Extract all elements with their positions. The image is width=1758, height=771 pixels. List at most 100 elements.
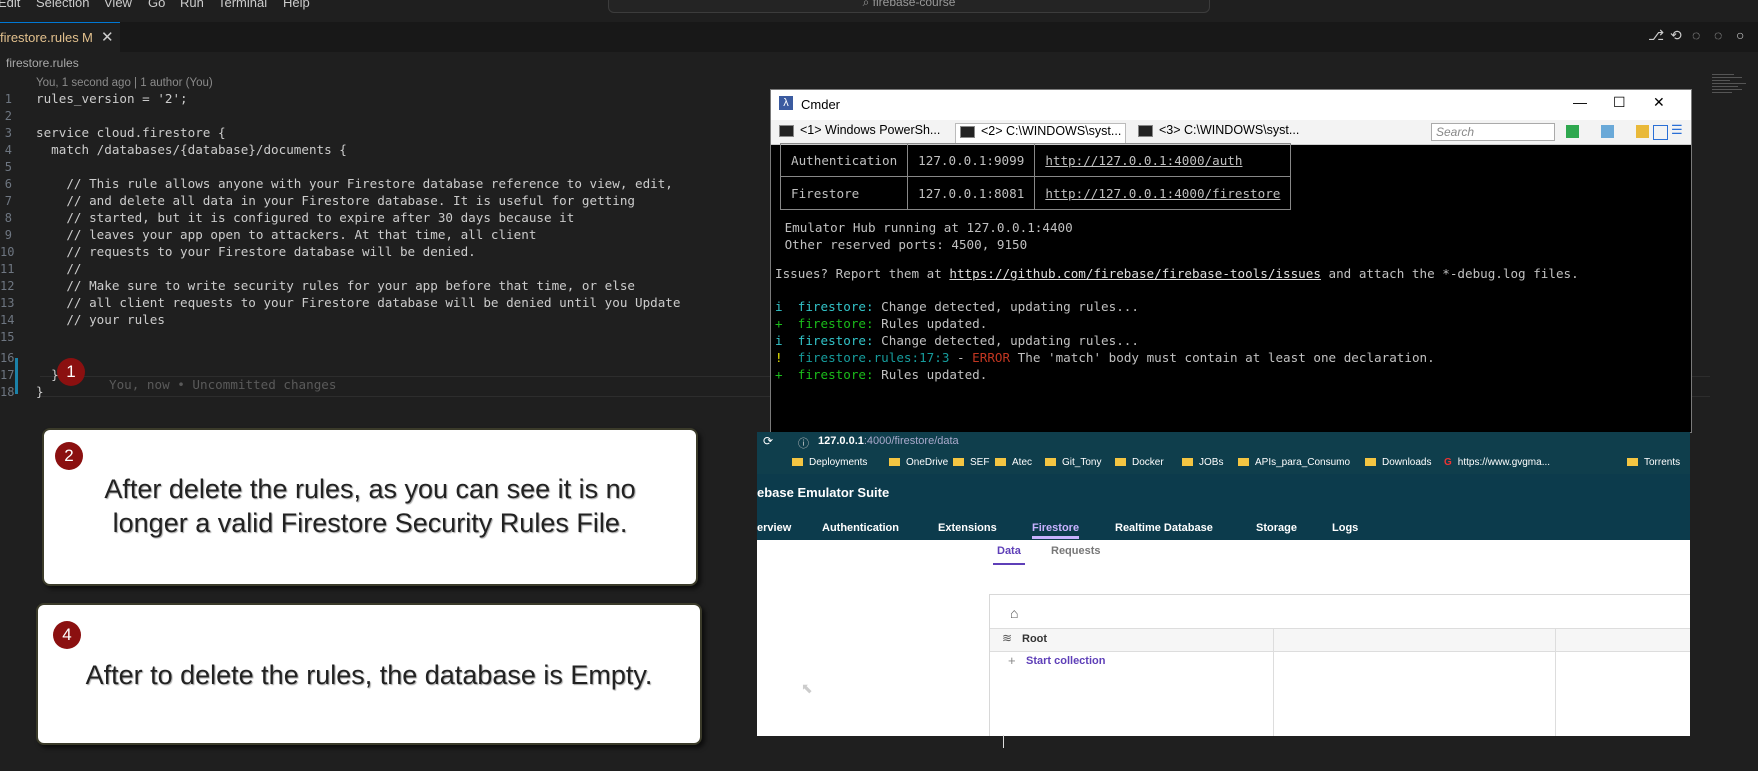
issues-link[interactable]: https://github.com/firebase/firebase-too… [949,266,1321,281]
mouse-cursor-icon: ⬉ [801,680,813,696]
code-line[interactable]: // started, but it is configured to expi… [36,210,574,225]
open-changes-icon[interactable]: ⟲ [1670,27,1686,43]
next-change-icon[interactable]: ◌ [1714,27,1730,43]
more-actions-icon[interactable]: ○ [1736,27,1752,43]
nav-authentication[interactable]: Authentication [822,522,899,534]
hub-line: Emulator Hub running at 127.0.0.1:4400 [777,220,1073,235]
bookmark[interactable]: Downloads [1365,457,1431,468]
menu-view[interactable]: View [104,0,132,10]
nav-extensions[interactable]: Extensions [938,522,997,534]
bookmark[interactable]: Git_Tony [1045,457,1101,468]
nav-storage[interactable]: Storage [1256,522,1297,534]
maximize-icon[interactable]: ☐ [1613,94,1626,111]
log-line: i firestore: Change detected, updating r… [775,333,1139,348]
table-cell: Firestore [779,176,909,210]
code-line[interactable]: } [36,367,59,382]
tab-data[interactable]: Data [993,545,1025,565]
home-icon[interactable]: ⌂ [1010,605,1018,621]
minimize-icon[interactable]: — [1573,94,1587,110]
table-cell-link[interactable]: http://127.0.0.1:4000/firestore [1034,176,1292,210]
log-line: + firestore: Rules updated. [775,316,988,331]
address-bar[interactable]: ⟳ ⓘ 127.0.0.1:4000/firestore/data [757,432,1690,452]
close-icon[interactable]: ✕ [1653,94,1665,111]
lambda-icon: λ [779,96,793,110]
minimap[interactable] [1712,72,1752,112]
menu-edit[interactable]: Edit [0,0,20,10]
plus-icon[interactable]: + [1008,653,1016,668]
table-cell-link[interactable]: http://127.0.0.1:4000/auth [1034,143,1292,177]
command-center-search[interactable]: ⌕ firebase-course [608,0,1210,13]
reload-icon[interactable]: ⟳ [763,434,773,448]
breadcrumb[interactable]: firestore.rules [6,56,79,70]
log-line: + firestore: Rules updated. [775,367,988,382]
line-number: 13 [0,296,15,310]
bookmark[interactable]: APIs_para_Consumo [1238,457,1350,468]
line-number: 1 [4,92,12,106]
code-line[interactable]: // leaves your app open to attackers. At… [36,227,536,242]
cmder-tab-1[interactable]: <1> Windows PowerSh... [779,123,940,143]
code-line[interactable]: // your rules [36,312,165,327]
cmder-titlebar[interactable]: λ Cmder — ☐ ✕ [771,90,1691,120]
code-line[interactable]: // requests to your Firestore database w… [36,244,475,259]
menu-run[interactable]: Run [180,0,204,10]
layout-icon[interactable] [1653,125,1668,140]
tab-label: firestore.rules [0,30,79,45]
bookmark[interactable]: Deployments [792,457,867,468]
tab-firestore-rules[interactable]: firestore.rules M ✕ [0,22,120,53]
lock-icon[interactable] [1636,125,1649,138]
source-control-compare-icon[interactable]: ⎇ [1648,27,1664,43]
menu-selection[interactable]: Selection [36,0,89,10]
url-text[interactable]: 127.0.0.1:4000/firestore/data [818,435,959,447]
firestore-data-panel: ⌂ ≋ Root + Start collection [989,594,1690,736]
bookmark[interactable]: SEF [953,457,989,468]
cmder-tab-2[interactable]: <2> C:\WINDOWS\syst... [955,123,1127,144]
menu-icon[interactable]: ☰ [1671,122,1684,137]
emulator-table: Authentication 127.0.0.1:9099 http://127… [779,143,1292,210]
menu-terminal[interactable]: Terminal [218,0,267,10]
close-icon[interactable]: ✕ [101,28,114,46]
split-icon[interactable] [1601,125,1614,138]
code-line[interactable]: // [36,261,81,276]
command-center-label: firebase-course [872,0,956,9]
bookmark[interactable]: Ghttps://www.gvgma... [1444,457,1550,468]
bookmark[interactable]: Atec [995,457,1032,468]
cmder-tab-3[interactable]: <3> C:\WINDOWS\syst... [1138,123,1299,143]
menu-help[interactable]: Help [283,0,310,10]
badge-1: 1 [57,358,85,386]
bookmark[interactable]: Torrents [1627,457,1680,468]
code-line[interactable]: // all client requests to your Firestore… [36,295,680,310]
root-row[interactable] [990,628,1690,652]
ghost-blame-text: You, now • Uncommitted changes [109,377,337,392]
console-icon [1138,124,1153,137]
start-collection-button[interactable]: Start collection [1026,655,1105,667]
bookmark[interactable]: Docker [1115,457,1164,468]
code-line[interactable]: service cloud.firestore { [36,125,226,140]
tab-requests[interactable]: Requests [1051,545,1101,557]
bookmark[interactable]: OneDrive [889,457,948,468]
terminal-output[interactable]: Authentication 127.0.0.1:9099 http://127… [771,143,1691,432]
nav-realtime-database[interactable]: Realtime Database [1115,522,1213,534]
site-info-icon[interactable]: ⓘ [798,435,809,451]
app-title: ebase Emulator Suite [757,485,890,500]
bookmark[interactable]: JOBs [1182,457,1223,468]
cmder-search-input[interactable]: Search [1431,123,1555,141]
new-console-icon[interactable] [1566,125,1579,138]
code-line[interactable]: // Make sure to write security rules for… [36,278,635,293]
code-line[interactable]: // This rule allows anyone with your Fir… [36,176,673,191]
console-icon [960,125,975,138]
line-number: 18 [0,385,15,399]
code-line[interactable]: match /databases/{database}/documents { [36,142,347,157]
nav-overview[interactable]: erview [757,522,791,534]
code-line[interactable]: rules_version = '2'; [36,91,188,106]
folder-icon [1238,458,1249,467]
line-number: 10 [0,245,15,259]
google-icon: G [1444,457,1452,468]
menu-go[interactable]: Go [148,0,165,10]
bookmarks-bar: Deployments OneDrive SEF Atec Git_Tony D… [757,452,1690,474]
previous-change-icon[interactable]: ◌ [1692,27,1708,43]
nav-firestore[interactable]: Firestore [1032,522,1080,539]
code-line[interactable]: // and delete all data in your Firestore… [36,193,635,208]
nav-logs[interactable]: Logs [1332,522,1358,534]
line-number: 12 [0,279,15,293]
code-line[interactable]: } [36,384,44,399]
